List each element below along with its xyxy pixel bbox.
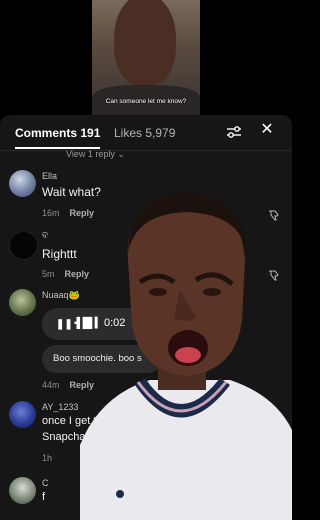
- video-person-face: [114, 0, 176, 86]
- header-divider: [0, 150, 292, 151]
- tab-likes[interactable]: Likes 5,979: [114, 126, 175, 140]
- avatar[interactable]: [9, 477, 36, 504]
- video-caption: Can someone let me know?: [105, 98, 187, 105]
- avatar[interactable]: [9, 231, 38, 260]
- view-replies-link[interactable]: View 1 reply ⌄: [66, 149, 125, 160]
- comments-header: Comments 191 Likes 5,979 ✕: [0, 115, 292, 151]
- avatar[interactable]: [9, 289, 36, 316]
- filter-icon[interactable]: [226, 125, 242, 139]
- video-preview[interactable]: Can someone let me know?: [92, 0, 200, 115]
- reaction-video-overlay: [40, 190, 292, 520]
- avatar[interactable]: [9, 401, 36, 428]
- reaction-person-illustration: [80, 192, 292, 520]
- avatar[interactable]: [9, 170, 36, 197]
- view-replies-label: View 1 reply: [66, 149, 115, 159]
- comment-username[interactable]: Ella: [42, 171, 57, 181]
- tab-comments[interactable]: Comments 191: [15, 126, 101, 149]
- close-icon[interactable]: ✕: [260, 122, 274, 138]
